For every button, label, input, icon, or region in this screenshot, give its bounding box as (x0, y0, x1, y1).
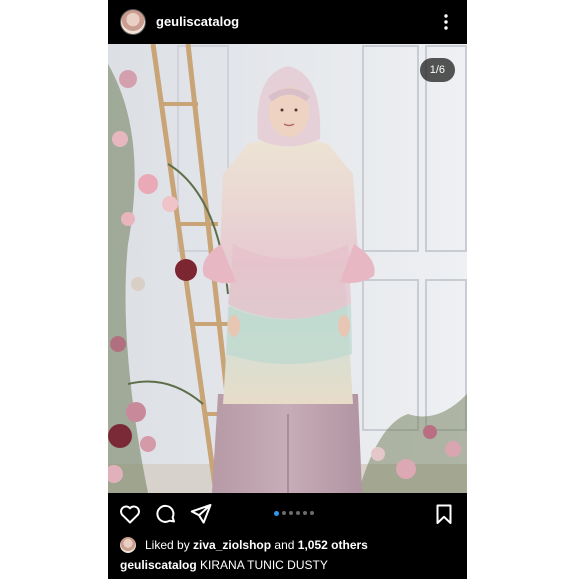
likes-others[interactable]: 1,052 others (298, 538, 368, 552)
post-username[interactable]: geuliscatalog (156, 14, 239, 29)
heart-icon[interactable] (118, 502, 142, 526)
liker-avatar (120, 537, 136, 553)
carousel-dot (303, 511, 307, 515)
image-counter: 1/6 (419, 58, 455, 82)
carousel-dot-active (274, 510, 279, 516)
bookmark-icon[interactable] (432, 502, 456, 526)
likes-line: Liked by ziva_ziolshop and 1,052 others (120, 536, 368, 554)
caption-username[interactable]: geuliscatalog (120, 558, 197, 572)
carousel-indicator (274, 510, 314, 516)
likes-prefix: Liked by (145, 538, 190, 552)
comment-icon[interactable] (154, 502, 178, 526)
carousel-dot (310, 511, 314, 515)
carousel-dot (296, 511, 300, 515)
post-image[interactable]: 1/6 (108, 44, 467, 493)
avatar[interactable] (120, 9, 146, 35)
likes-connector: and (274, 538, 295, 552)
more-vertical-icon[interactable] (439, 10, 453, 34)
liker-username[interactable]: ziva_ziolshop (193, 538, 271, 552)
instagram-post: geuliscatalog 1/6 Liked by ziva_ziolshop… (108, 0, 467, 579)
product-photo (108, 44, 467, 493)
send-icon[interactable] (189, 502, 213, 526)
carousel-dot (289, 511, 293, 515)
caption-text: KIRANA TUNIC DUSTY (200, 558, 328, 572)
carousel-dot (282, 511, 286, 515)
post-caption: geuliscatalog KIRANA TUNIC DUSTY (120, 558, 328, 572)
action-bar (108, 496, 467, 530)
post-header: geuliscatalog (108, 0, 467, 44)
